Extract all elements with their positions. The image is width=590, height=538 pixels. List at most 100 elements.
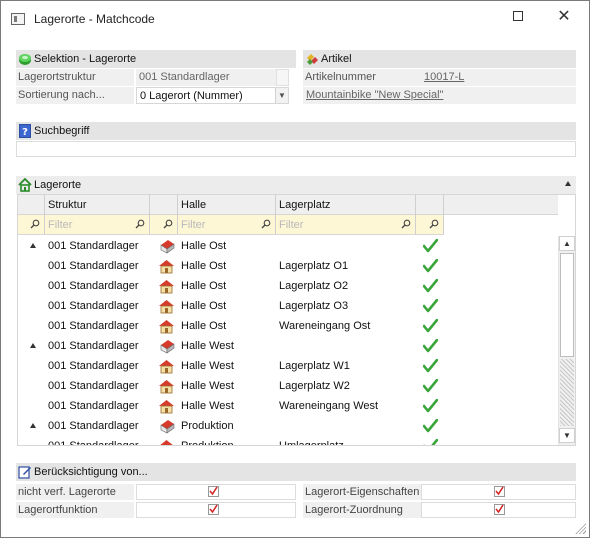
table-row[interactable]: 001 Standardlager Halle West Lagerplatz W2 — [18, 376, 558, 396]
lagerorte-title: Lagerorte — [34, 179, 82, 191]
hall-icon — [160, 420, 175, 434]
suchbegriff-header: ? Suchbegriff — [16, 122, 576, 140]
artikelnummer-link[interactable]: 10017-L — [424, 71, 464, 83]
lagerorte-header: Lagerorte — [16, 176, 576, 194]
filter-lagerplatz[interactable]: Filter — [276, 215, 416, 235]
col-halle[interactable]: Halle — [178, 195, 276, 215]
table-row[interactable]: 001 Standardlager Halle Ost Wareneingang O… — [18, 316, 558, 336]
resize-grip[interactable] — [574, 522, 586, 534]
zuordnung-label: Lagerort-Zuordnung — [303, 502, 421, 518]
scroll-thumb[interactable] — [560, 253, 574, 357]
col-struktur[interactable]: Struktur — [45, 195, 150, 215]
col-lagerplatz[interactable]: Lagerplatz — [276, 195, 416, 215]
filter-halle[interactable]: Filter — [178, 215, 276, 235]
nicht-verf-label: nicht verf. Lagerorte — [16, 484, 134, 500]
table-row[interactable]: 001 Standardlager Halle West Wareneingang … — [18, 396, 558, 416]
maximize-button[interactable] — [495, 3, 541, 29]
cell-struktur: 001 Standardlager — [48, 420, 139, 432]
cell-struktur: 001 Standardlager — [48, 360, 139, 372]
cell-halle: Produktion — [181, 420, 234, 432]
close-button[interactable]: ✕ — [541, 3, 587, 29]
table-row[interactable]: 001 Standardlager Halle Ost Lagerplatz O1 — [18, 256, 558, 276]
table-row[interactable]: 001 Standardlager Produktion Umlagerplatz … — [18, 436, 558, 446]
filter-struktur[interactable]: Filter — [45, 215, 150, 235]
hall-icon — [160, 340, 175, 354]
artikel-icon — [307, 54, 318, 65]
magnifier-icon — [261, 219, 271, 229]
table-row[interactable]: 001 Standardlager Halle West Lagerplatz W1 — [18, 356, 558, 376]
suchbegriff-title: Suchbegriff — [34, 125, 90, 137]
checkmark-icon — [494, 504, 505, 515]
cell-halle: Halle Ost — [181, 240, 227, 252]
cell-halle: Halle West — [181, 380, 234, 392]
cell-lagerplatz: Wareneingang Ost — [279, 320, 371, 332]
table-row[interactable]: 001 Standardlager Halle Ost — [18, 236, 558, 256]
sortierung-label: Sortierung nach... — [16, 87, 134, 104]
magnifier-icon — [401, 219, 411, 229]
cell-struktur: 001 Standardlager — [48, 300, 139, 312]
cell-halle: Halle West — [181, 340, 234, 352]
expand-toggle-icon[interactable] — [30, 343, 36, 348]
filter-placeholder: Filter — [181, 219, 206, 231]
filter-icon-col[interactable] — [150, 215, 178, 235]
magnifier-icon — [30, 219, 40, 229]
ok-check-icon — [423, 259, 438, 273]
col-status[interactable] — [416, 195, 444, 215]
chevron-down-icon: ▼ — [278, 91, 286, 100]
table-row[interactable]: 001 Standardlager Halle Ost Lagerplatz O2 — [18, 276, 558, 296]
suchbegriff-input[interactable] — [16, 141, 576, 157]
cell-lagerplatz: Lagerplatz W2 — [279, 380, 350, 392]
artikel-name-field: Mountainbike "New Special" — [303, 87, 576, 104]
ok-check-icon — [423, 359, 438, 373]
filter-status[interactable] — [416, 215, 444, 235]
scroll-down-button[interactable]: ▼ — [559, 428, 575, 443]
lagerortstruktur-label: Lagerortstruktur — [16, 69, 134, 86]
artikel-header: Artikel — [303, 50, 576, 68]
zuordnung-checkbox[interactable] — [421, 502, 576, 518]
selektion-header: Selektion - Lagerorte — [16, 50, 296, 68]
eigenschaften-checkbox[interactable] — [421, 484, 576, 500]
nicht-verf-checkbox[interactable] — [136, 484, 296, 500]
cell-struktur: 001 Standardlager — [48, 240, 139, 252]
home-icon — [18, 178, 32, 192]
scroll-track[interactable] — [560, 359, 574, 426]
title-bar: Lagerorte - Matchcode ✕ — [1, 1, 589, 35]
magnifier-icon — [135, 219, 145, 229]
artikel-name-link[interactable]: Mountainbike "New Special" — [306, 89, 443, 101]
ok-check-icon — [423, 399, 438, 413]
filter-placeholder: Filter — [48, 219, 73, 231]
scroll-up-button[interactable]: ▲ — [559, 236, 575, 251]
table-row[interactable]: 001 Standardlager Halle Ost Lagerplatz O3 — [18, 296, 558, 316]
table-row[interactable]: 001 Standardlager Produktion — [18, 416, 558, 436]
table-row[interactable]: 001 Standardlager Halle West — [18, 336, 558, 356]
filter-tree[interactable] — [18, 215, 45, 235]
sortierung-dropdown-button[interactable]: ▼ — [275, 88, 288, 103]
cell-lagerplatz — [279, 336, 416, 356]
cell-struktur: 001 Standardlager — [48, 340, 139, 352]
expand-toggle-icon[interactable] — [30, 423, 36, 428]
collapse-up-icon[interactable] — [565, 181, 571, 186]
house-icon — [160, 440, 173, 445]
vertical-scrollbar[interactable]: ▲ ▼ — [558, 236, 575, 445]
ok-check-icon — [423, 419, 438, 433]
cell-struktur: 001 Standardlager — [48, 380, 139, 392]
artikel-title: Artikel — [321, 53, 352, 65]
app-icon — [11, 13, 25, 25]
checkmark-icon — [494, 486, 505, 497]
ok-check-icon — [423, 319, 438, 333]
sortierung-select[interactable]: 0 Lagerort (Nummer) — [136, 87, 289, 104]
beruecksichtigung-title: Berücksichtigung von... — [34, 466, 148, 478]
cell-lagerplatz: Lagerplatz O1 — [279, 260, 349, 272]
cell-struktur: 001 Standardlager — [48, 440, 139, 446]
lagerortfunktion-checkbox[interactable] — [136, 502, 296, 518]
expand-toggle-icon[interactable] — [30, 243, 36, 248]
cell-struktur: 001 Standardlager — [48, 400, 139, 412]
ok-check-icon — [423, 299, 438, 313]
house-icon — [159, 380, 174, 394]
col-icon[interactable] — [150, 195, 178, 215]
cell-halle: Halle West — [181, 400, 234, 412]
ok-check-icon — [423, 279, 438, 293]
selektion-title: Selektion - Lagerorte — [34, 53, 137, 65]
lagerorte-grid: Struktur Halle Lagerplatz Filter Filter … — [17, 194, 576, 446]
cell-halle: Halle Ost — [181, 320, 227, 332]
